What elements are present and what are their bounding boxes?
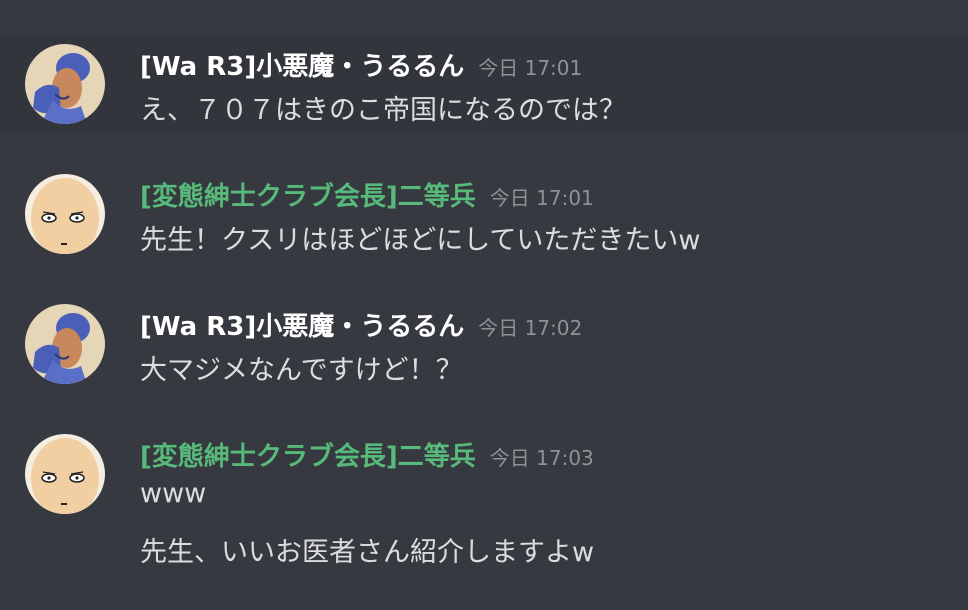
- message-author[interactable]: [Wa R3]小悪魔・うるるん: [140, 52, 464, 82]
- blue-hair-figure-avatar-icon: [25, 304, 105, 384]
- chat-message[interactable]: [変態紳士クラブ会長]二等兵 今日 17:03 www 先生、いいお医者さん紹介し…: [0, 426, 968, 576]
- chat-message[interactable]: [Wa R3]小悪魔・うるるん 今日 17:02 大マジメなんですけど！？: [0, 296, 968, 396]
- message-text: 大マジメなんですけど！？: [140, 355, 463, 386]
- chat-message[interactable]: [Wa R3]小悪魔・うるるん 今日 17:01 え、７０７はきのこ帝国になるので…: [0, 36, 968, 132]
- message-timestamp: 今日 17:01: [489, 186, 594, 210]
- message-timestamp: 今日 17:02: [478, 316, 583, 340]
- message-timestamp: 今日 17:03: [489, 446, 594, 470]
- message-text: www: [140, 478, 207, 509]
- avatar[interactable]: [25, 304, 105, 384]
- message-text: 先生、いいお医者さん紹介しますよw: [140, 537, 595, 568]
- message-text: え、７０７はきのこ帝国になるのでは？: [140, 95, 626, 126]
- bald-face-avatar-icon: [25, 174, 105, 254]
- chat-message[interactable]: [変態紳士クラブ会長]二等兵 今日 17:01 先生！クスリはほどほどにしていただ…: [0, 166, 968, 266]
- message-timestamp: 今日 17:01: [478, 56, 583, 80]
- message-text: 先生！クスリはほどほどにしていただきたいw: [140, 225, 701, 256]
- message-author[interactable]: [変態紳士クラブ会長]二等兵: [140, 182, 476, 212]
- avatar[interactable]: [25, 44, 105, 124]
- avatar[interactable]: [25, 174, 105, 254]
- message-author[interactable]: [Wa R3]小悪魔・うるるん: [140, 312, 464, 342]
- bald-face-avatar-icon: [25, 434, 105, 514]
- blue-hair-figure-avatar-icon: [25, 44, 105, 124]
- avatar[interactable]: [25, 434, 105, 514]
- message-author[interactable]: [変態紳士クラブ会長]二等兵: [140, 442, 476, 472]
